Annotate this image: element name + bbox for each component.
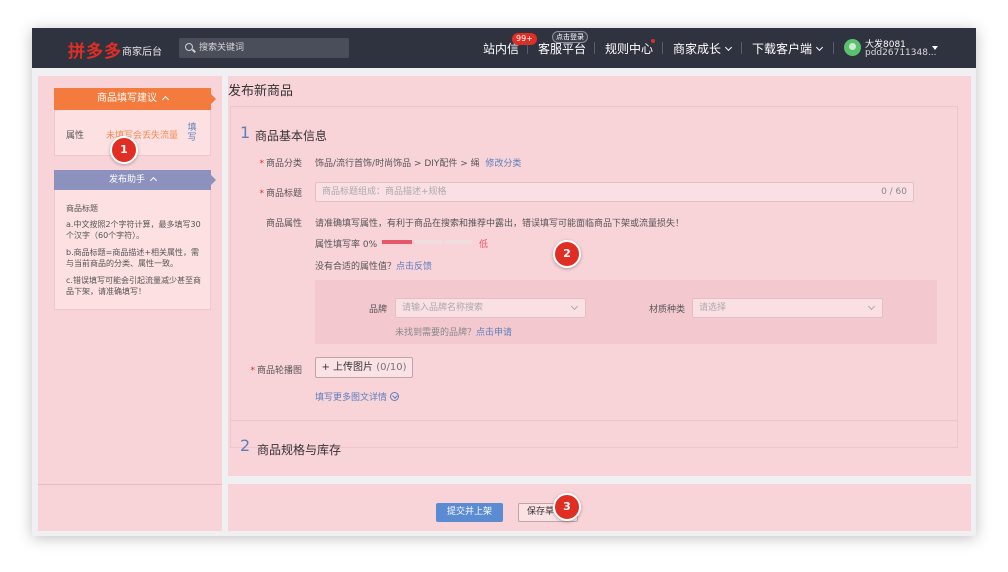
material-select[interactable]: 请选择 xyxy=(692,298,883,318)
material-placeholder: 请选择 xyxy=(699,303,727,313)
search-placeholder: 搜索关键词 xyxy=(199,43,245,53)
caret-down-icon[interactable] xyxy=(932,46,938,50)
attributes-hint: 请准确填写属性，有利于商品在搜索和推荐中露出，错误填写可能面临商品下架或流量损失… xyxy=(315,219,685,229)
user-id[interactable]: pdd26711348... xyxy=(865,48,937,58)
category-value: 饰品/流行首饰/时尚饰品 > DIY配件 > 绳 修改分类 xyxy=(315,159,522,169)
search-icon xyxy=(185,43,193,51)
suggestion-card-title: 商品填写建议 xyxy=(97,93,157,104)
fill-rate-label: 属性填写率 0% xyxy=(315,240,378,250)
section-title: 商品基本信息 xyxy=(255,129,328,143)
flag-pointer xyxy=(211,175,216,185)
help-item: a.中文按照2个字符计算，最多填写30个汉字（60个字符）。 xyxy=(66,220,201,240)
chevron-up-icon xyxy=(149,176,158,185)
nav-divider xyxy=(662,42,663,54)
product-title-input[interactable]: 商品标题组成：商品描述+规格 0 / 60 xyxy=(315,182,914,202)
help-item: c.错误填写可能会引起流量减少甚至商品下架，请准确填写！ xyxy=(66,276,201,296)
search-input[interactable]: 搜索关键词 xyxy=(179,38,349,58)
upload-image-button[interactable]: + 上传图片 (0/10) xyxy=(315,357,413,378)
chevron-down-icon xyxy=(815,43,824,52)
title-char-counter: 0 / 60 xyxy=(881,187,907,197)
annotation-marker-1: 1 xyxy=(110,136,138,164)
chevron-down-icon xyxy=(570,302,579,311)
nav-download-client-label: 下载客户端 xyxy=(752,42,813,56)
section-number: 1 xyxy=(240,123,251,142)
help-title: 商品标题 xyxy=(66,204,98,213)
upload-image-count: (0/10) xyxy=(376,362,407,373)
nav-merchant-growth-label: 商家成长 xyxy=(673,42,722,56)
category-label: * 商品分类 xyxy=(259,159,302,169)
fill-rate-level: 低 xyxy=(479,240,489,250)
help-item: b.商品标题=商品描述+相关属性，需与当前商品的分类、属性一致。 xyxy=(66,248,200,268)
brand-select[interactable]: 请输入品牌名称搜索 xyxy=(395,298,586,318)
flag-pointer xyxy=(211,94,216,104)
publish-helper-title: 发布助手 xyxy=(108,175,145,185)
notification-dot xyxy=(651,39,655,43)
fill-rate-bar-segment xyxy=(415,240,442,244)
chevron-up-icon xyxy=(161,95,170,104)
top-navigation-bar: 拼多多 商家后台 搜索关键词 站内信 99+ 客服平台 点击登录 规则中心 商家… xyxy=(32,28,976,68)
submit-and-list-button[interactable]: 提交并上架 xyxy=(436,503,503,522)
section-number: 2 xyxy=(240,436,251,455)
publish-helper-header[interactable]: 发布助手 xyxy=(54,170,211,190)
logo-subtitle: 商家后台 xyxy=(122,47,162,58)
apply-brand-link[interactable]: 点击申请 xyxy=(476,328,512,338)
footer-highlight xyxy=(228,484,971,531)
login-tip-badge: 点击登录 xyxy=(552,31,588,43)
app-window: 拼多多 商家后台 搜索关键词 站内信 99+ 客服平台 点击登录 规则中心 商家… xyxy=(32,28,976,536)
nav-divider xyxy=(833,42,834,54)
annotation-marker-3: 3 xyxy=(553,493,581,521)
fill-rate-bar-segment xyxy=(445,240,472,244)
chevron-down-circle-icon xyxy=(390,392,400,401)
user-avatar[interactable] xyxy=(844,39,861,56)
pinduoduo-logo[interactable]: 拼多多 xyxy=(68,37,122,62)
section-title: 商品规格与库存 xyxy=(257,443,342,457)
nav-download-client[interactable]: 下载客户端 xyxy=(752,40,824,57)
fill-rate-bar-segment xyxy=(382,240,412,244)
carousel-label: * 商品轮播图 xyxy=(250,366,302,376)
more-details-link[interactable]: 填写更多图文详情 xyxy=(315,390,400,403)
inbox-count-badge: 99+ xyxy=(512,33,537,45)
modify-category-link[interactable]: 修改分类 xyxy=(485,159,521,169)
left-panel-divider xyxy=(38,484,222,485)
material-label: 材质种类 xyxy=(649,305,686,315)
feedback-link[interactable]: 点击反馈 xyxy=(396,262,432,272)
chevron-down-icon xyxy=(724,43,733,52)
brand-label: 品牌 xyxy=(369,305,388,315)
annotation-marker-2: 2 xyxy=(553,240,581,268)
page-title: 发布新商品 xyxy=(228,84,294,99)
attr-label: 属性 xyxy=(66,131,85,141)
brand-placeholder: 请输入品牌名称搜索 xyxy=(402,303,484,313)
brand-missing-text: 未找到需要的品牌？点击申请 xyxy=(395,328,513,338)
title-placeholder: 商品标题组成：商品描述+规格 xyxy=(322,187,447,197)
attr-fill-link[interactable]: 填写 xyxy=(187,123,197,143)
nav-rules-center[interactable]: 规则中心 xyxy=(605,40,653,57)
nav-divider xyxy=(594,42,595,54)
nav-divider xyxy=(741,42,742,54)
upload-image-label: + 上传图片 xyxy=(321,362,374,373)
nav-merchant-growth[interactable]: 商家成长 xyxy=(673,40,733,57)
suggestion-card-header[interactable]: 商品填写建议 xyxy=(54,88,211,110)
attributes-label: 商品属性 xyxy=(265,219,302,229)
chevron-down-icon xyxy=(867,302,876,311)
nav-divider xyxy=(527,42,528,54)
no-match-text: 没有合适的属性值？点击反馈 xyxy=(315,262,433,272)
title-label: * 商品标题 xyxy=(259,189,302,199)
